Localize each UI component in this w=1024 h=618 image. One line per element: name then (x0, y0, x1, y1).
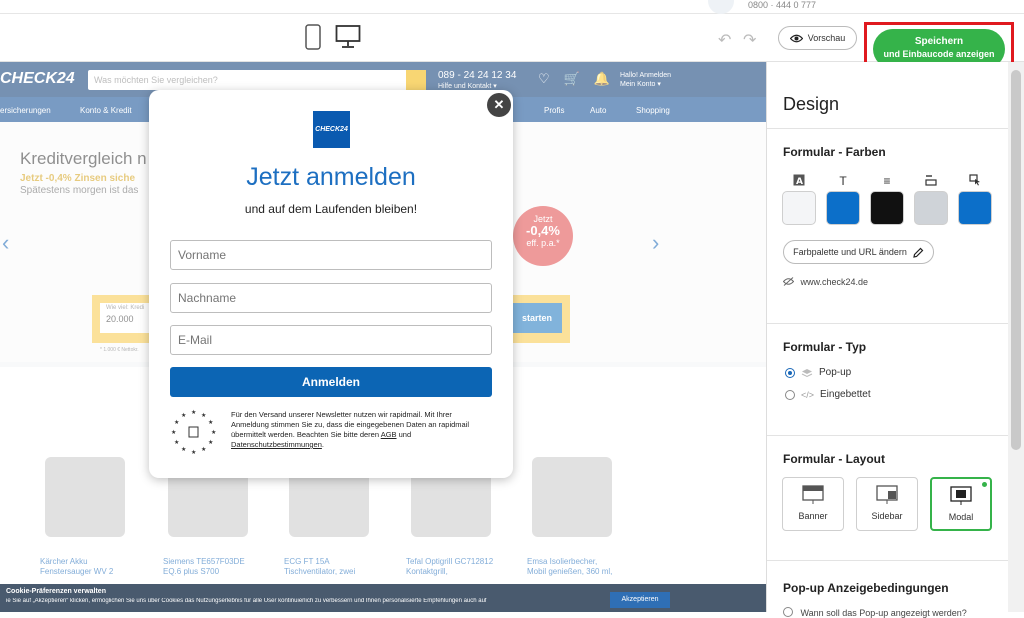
cursor-select-icon (958, 174, 992, 189)
svg-text:★: ★ (191, 449, 196, 456)
scrollbar-thumb[interactable] (1011, 70, 1021, 450)
legal-text: Für den Versand unserer Newsletter nutze… (231, 410, 470, 439)
desktop-monitor-icon (335, 25, 361, 48)
save-sublabel: und Einbaucode anzeigen (883, 49, 995, 59)
legal-end: . (321, 440, 324, 449)
svg-text:★: ★ (211, 429, 216, 436)
last-name-input[interactable] (170, 283, 492, 313)
svg-text:★: ★ (191, 409, 196, 416)
swatch-heading-color[interactable] (826, 191, 860, 225)
email-input[interactable] (170, 325, 492, 355)
layers-icon (801, 368, 813, 377)
sidebar-layout-icon (876, 485, 898, 504)
swatch-text-color[interactable] (870, 191, 904, 225)
radio-unselected[interactable] (783, 607, 793, 617)
undo-icon[interactable]: ↶ (718, 30, 731, 50)
text-color-icon: T (839, 174, 847, 188)
conditions-heading: Pop-up Anzeigebedingungen (783, 581, 949, 595)
palette-label: Farbpalette und URL ändern (793, 247, 907, 257)
modal-title: Jetzt anmelden (246, 163, 416, 191)
layout-sidebar-option[interactable]: Sidebar (856, 477, 918, 531)
svg-text:★: ★ (208, 439, 213, 446)
type-embedded-option[interactable]: </> Eingebettet (785, 389, 871, 400)
svg-text:★: ★ (208, 419, 213, 426)
modal-layout-icon (950, 486, 972, 505)
editor-toolbar: ↶ ↷ Vorschau Speichern und Einbaucode an… (0, 14, 1024, 76)
source-url: www.check24.de (782, 277, 869, 287)
save-label: Speichern (914, 36, 964, 47)
conditions-question-text: Wann soll das Pop-up angezeigt werden? (800, 608, 967, 618)
legal-notice: Für den Versand unserer Newsletter nutze… (231, 410, 491, 450)
redo-icon[interactable]: ↷ (743, 30, 756, 50)
type-popup-label: Pop-up (819, 367, 852, 378)
conditions-question: Wann soll das Pop-up angezeigt werden? (783, 607, 967, 618)
banner-layout-icon (802, 485, 824, 504)
legal-and: und (398, 430, 412, 439)
svg-text:★: ★ (171, 429, 176, 436)
divider (767, 128, 1009, 129)
colors-heading: Formular - Farben (783, 145, 886, 159)
desktop-view-button[interactable] (335, 24, 361, 55)
divider (767, 435, 1009, 436)
agb-link[interactable]: AGB (381, 430, 397, 439)
preview-button[interactable]: Vorschau (778, 26, 857, 50)
mobile-view-button[interactable] (304, 24, 322, 55)
panel-scrollbar[interactable] (1008, 62, 1024, 612)
svg-text:★: ★ (174, 419, 179, 426)
modal-logo: CHECK24 (313, 111, 350, 148)
signup-modal[interactable]: CHECK24 Jetzt anmelden und auf dem Laufe… (149, 90, 513, 478)
radio-selected[interactable] (785, 367, 795, 378)
svg-text:A: A (796, 177, 803, 186)
layout-modal-option[interactable]: Modal (930, 477, 992, 531)
avatar[interactable] (708, 0, 734, 14)
top-strip: 0800 · 444 0 777 (0, 0, 1024, 14)
type-heading: Formular - Typ (783, 340, 867, 354)
privacy-link[interactable]: Datenschutzbestimmungen (231, 440, 322, 449)
change-palette-button[interactable]: Farbpalette und URL ändern (783, 240, 934, 264)
source-url-text: www.check24.de (800, 277, 869, 287)
signup-submit-button[interactable]: Anmelden (170, 367, 492, 397)
cookie-accept-button: Akzeptieren (610, 592, 670, 608)
cookie-text: ie Sie auf „Akzeptieren“ klicken, ermögl… (6, 598, 487, 604)
eye-icon (789, 34, 803, 42)
svg-text:★: ★ (181, 412, 186, 419)
cookie-banner: Cookie-Präferenzen verwalten ie Sie auf … (0, 584, 766, 612)
eu-stars-icon: ★ ★★★ ★★★★ ★★★★ (171, 409, 216, 456)
svg-text:★: ★ (174, 439, 179, 446)
preview-label: Vorschau (807, 33, 846, 43)
mobile-device-icon (305, 24, 321, 50)
pencil-icon (913, 247, 924, 258)
design-panel: Design Formular - Farben A T ≡ Farbpalet… (766, 62, 1009, 618)
close-icon[interactable]: ✕ (487, 93, 511, 117)
swatch-input-border[interactable] (914, 191, 948, 225)
type-embedded-label: Eingebettet (820, 389, 871, 400)
selected-indicator (982, 482, 987, 487)
svg-text:★: ★ (201, 446, 206, 453)
panel-title: Design (783, 94, 840, 114)
swatch-button-color[interactable] (958, 191, 992, 225)
button-style-icon (914, 174, 948, 189)
layout-sidebar-label: Sidebar (871, 511, 903, 521)
divider (767, 560, 1009, 561)
eye-slash-icon (782, 277, 795, 286)
svg-text:★: ★ (181, 446, 186, 453)
paragraph-icon: ≡ (883, 174, 891, 188)
first-name-input[interactable] (170, 240, 492, 270)
code-icon: </> (801, 389, 815, 400)
layout-heading: Formular - Layout (783, 452, 886, 466)
phone-number: 0800 · 444 0 777 (748, 0, 817, 10)
text-background-icon: A (782, 174, 816, 189)
layout-banner-option[interactable]: Banner (782, 477, 844, 531)
layout-modal-label: Modal (948, 512, 974, 522)
modal-subtitle: und auf dem Laufenden bleiben! (244, 202, 418, 216)
type-popup-option[interactable]: Pop-up (785, 367, 851, 378)
svg-text:★: ★ (201, 412, 206, 419)
swatch-background[interactable] (782, 191, 816, 225)
radio-unselected[interactable] (785, 389, 795, 400)
layout-banner-label: Banner (798, 511, 828, 521)
divider (767, 323, 1009, 324)
